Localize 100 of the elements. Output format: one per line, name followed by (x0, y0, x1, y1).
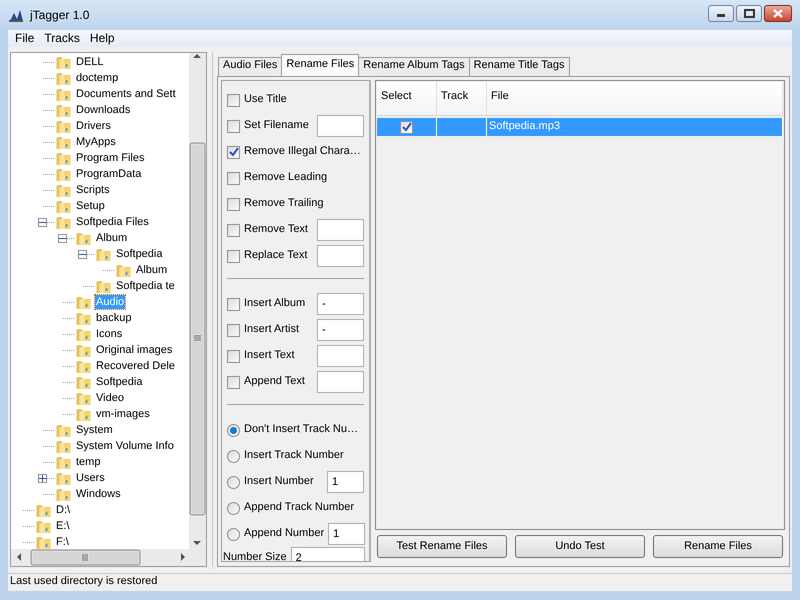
tree-item[interactable]: doctemp (75, 71, 120, 85)
tab[interactable]: Rename Files (281, 54, 360, 76)
tree-item[interactable]: System Volume Info (75, 439, 175, 453)
status-text: Last used directory is restored (8, 573, 792, 591)
input-field[interactable] (317, 115, 364, 137)
input-field[interactable] (317, 345, 364, 367)
folder-icon (115, 262, 132, 278)
column-header[interactable]: Select (377, 82, 437, 115)
checkbox[interactable] (227, 172, 240, 184)
file-name: Softpedia.mp3 (487, 118, 783, 136)
checkbox[interactable] (227, 224, 240, 236)
checkbox[interactable] (227, 350, 240, 362)
input-field[interactable]: 1 (328, 523, 366, 545)
tree-item[interactable]: Scripts (75, 183, 111, 197)
folder-icon (55, 198, 72, 214)
vertical-scrollbar[interactable] (189, 53, 206, 549)
tab[interactable]: Rename Title Tags (468, 57, 570, 76)
input-field[interactable]: - (317, 319, 364, 341)
checkbox[interactable] (227, 376, 240, 388)
checkbox[interactable] (227, 250, 240, 262)
checkbox[interactable] (227, 120, 240, 132)
tree-item[interactable]: MyApps (75, 135, 117, 149)
radio-button[interactable] (227, 476, 240, 488)
action-button[interactable]: Undo Test (515, 535, 645, 558)
checkbox[interactable] (227, 94, 240, 106)
menu-item[interactable]: Tracks (39, 30, 85, 47)
tree-item[interactable]: System (75, 423, 114, 437)
horizontal-scrollbar[interactable] (11, 549, 206, 566)
radio-button[interactable] (227, 450, 240, 462)
input-field[interactable] (317, 371, 364, 393)
input-field[interactable] (317, 219, 364, 241)
tree-item[interactable]: Downloads (75, 103, 132, 117)
column-header[interactable]: Track (437, 82, 487, 115)
maximize-button[interactable] (736, 4, 762, 22)
tree-item[interactable]: D:\ (55, 503, 72, 517)
tree-item[interactable]: Album (95, 231, 128, 245)
tree-item[interactable]: Users (75, 471, 106, 485)
folder-icon (75, 294, 92, 310)
option-label: Insert Artist (244, 323, 300, 337)
tree-item[interactable]: Album (135, 263, 168, 277)
checkbox[interactable] (227, 198, 240, 210)
collapse-toggle[interactable] (78, 250, 87, 258)
tree-item[interactable]: E:\ (55, 519, 70, 533)
folder-icon (35, 502, 52, 518)
tree-item[interactable]: Program Files (75, 151, 146, 165)
checkbox[interactable] (400, 120, 413, 134)
tree-item[interactable]: Softpedia Files (75, 215, 150, 229)
tree-item[interactable]: F:\ (55, 535, 70, 549)
column-header[interactable]: File (487, 82, 783, 115)
tree-item[interactable]: temp (75, 455, 102, 469)
tree-item[interactable]: Softpedia (95, 375, 144, 389)
folder-icon (55, 102, 72, 118)
option-label: Insert Number (244, 475, 314, 489)
checkbox[interactable] (227, 146, 240, 158)
maximize-icon (744, 8, 754, 18)
folder-icon (55, 118, 72, 134)
checkbox[interactable] (227, 324, 240, 336)
tree-item[interactable]: Video (95, 391, 125, 405)
tree-item[interactable]: DELL (75, 55, 105, 69)
input-field[interactable]: 1 (327, 471, 364, 493)
option-label: Insert Track Number (244, 449, 344, 463)
option-label: Set Filename (244, 119, 309, 133)
menu-item[interactable]: Help (84, 30, 120, 47)
folder-icon (55, 166, 72, 182)
radio-button[interactable] (227, 502, 240, 514)
tree-item[interactable]: Setup (75, 199, 106, 213)
tree-item[interactable]: Documents and Sett (75, 87, 177, 101)
tree-item[interactable]: Windows (75, 487, 122, 501)
tree-item[interactable]: backup (95, 311, 132, 325)
checkbox[interactable] (227, 298, 240, 310)
minimize-button[interactable] (708, 4, 734, 22)
tree-item[interactable]: Drivers (75, 119, 112, 133)
tree-item[interactable]: ProgramData (75, 167, 142, 181)
folder-icon (75, 310, 92, 326)
tree-item[interactable]: Original images (95, 343, 174, 357)
tree-item[interactable]: vm-images (95, 407, 151, 421)
collapse-toggle[interactable] (58, 234, 67, 242)
close-button[interactable] (764, 4, 792, 22)
menu-item[interactable]: File (10, 30, 40, 47)
tab[interactable]: Audio Files (218, 57, 282, 76)
input-field[interactable]: - (317, 293, 364, 315)
tab[interactable]: Rename Album Tags (358, 57, 470, 76)
folder-icon (55, 486, 72, 502)
option-label: Remove Text (244, 223, 308, 237)
window-title: jTagger 1.0 (30, 8, 90, 22)
tree-item[interactable]: Recovered Dele (95, 359, 176, 373)
input-field[interactable]: 2 (290, 547, 365, 561)
action-button[interactable]: Rename Files (653, 535, 783, 558)
tree-item[interactable]: Softpedia te (115, 279, 176, 293)
radio-button[interactable] (227, 424, 240, 436)
option-label: Remove Trailing (244, 197, 324, 211)
action-button[interactable]: Test Rename Files (377, 535, 507, 558)
collapse-toggle[interactable] (38, 218, 47, 226)
expand-toggle[interactable] (38, 474, 47, 482)
option-label: Don't Insert Track Nu… (244, 423, 358, 437)
tree-item[interactable]: Icons (95, 327, 124, 341)
tree-item[interactable]: Softpedia (115, 247, 164, 261)
option-label: Replace Text (244, 249, 308, 263)
input-field[interactable] (317, 245, 364, 267)
radio-button[interactable] (227, 528, 240, 540)
